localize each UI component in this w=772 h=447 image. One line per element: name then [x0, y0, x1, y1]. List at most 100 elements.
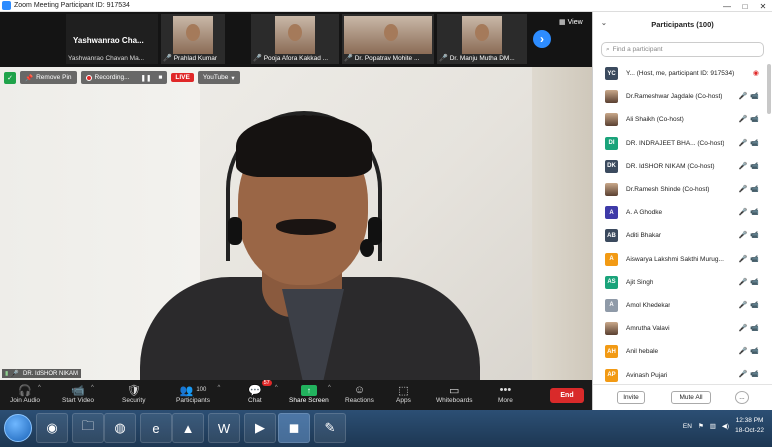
avatar: A: [605, 252, 618, 266]
security-button[interactable]: 🛡 Security: [122, 383, 145, 405]
participant-row[interactable]: AH Anil hebale 🎤 📹: [593, 340, 765, 363]
mic-muted-icon[interactable]: 🎤: [739, 115, 748, 123]
participant-row[interactable]: Dr.Rameshwar Jagdale (Co-host) 🎤 📹: [593, 85, 765, 108]
smiley-plus-icon: ☺: [353, 384, 366, 396]
flag-icon[interactable]: ⚑: [698, 422, 704, 430]
mic-muted-icon[interactable]: 🎤: [739, 185, 748, 193]
chat-button[interactable]: 💬 57 ^ Chat: [248, 380, 278, 404]
mute-all-button[interactable]: Mute All: [671, 391, 711, 404]
chrome-icon[interactable]: ◉: [36, 413, 68, 443]
more-options-button[interactable]: ...: [735, 391, 749, 404]
participant-row[interactable]: AS Ajit Singh 🎤 📹: [593, 271, 765, 294]
video-off-icon[interactable]: 📹: [750, 208, 759, 216]
participant-row[interactable]: Dr.Ramesh Shinde (Co-host) 🎤 📹: [593, 178, 765, 201]
participant-name: Ali Shaikh (Co-host): [626, 116, 684, 124]
participant-row[interactable]: YC Y... (Host, me, participant ID: 917534…: [593, 62, 765, 85]
participant-row[interactable]: Ali Shaikh (Co-host) 🎤 📹: [593, 108, 765, 131]
acrobat-icon[interactable]: ▲: [172, 413, 204, 443]
participants-button[interactable]: 👥 100 ^ Participants: [176, 383, 220, 405]
video-tile[interactable]: 🎤 Prahlad Kumar: [161, 14, 225, 64]
participant-status-icons: 🎤 📹: [739, 208, 759, 216]
zoom-taskbar-icon[interactable]: ◼: [278, 413, 310, 443]
video-off-icon[interactable]: 📹: [750, 231, 759, 239]
avatar: AB: [605, 229, 618, 243]
panel-title: Participants (100): [651, 19, 714, 29]
more-button[interactable]: ••• More: [498, 383, 513, 404]
participant-row[interactable]: A A. A Ghodke 🎤 📹: [593, 201, 765, 224]
language-indicator[interactable]: EN: [683, 423, 692, 430]
video-off-icon[interactable]: 📹: [750, 278, 759, 286]
video-off-icon[interactable]: 📹: [750, 139, 759, 147]
internet-explorer-icon[interactable]: e: [140, 413, 172, 443]
invite-button[interactable]: Invite: [617, 391, 645, 404]
participant-list-scrollbar[interactable]: [767, 64, 771, 114]
mic-muted-icon[interactable]: 🎤: [739, 278, 748, 286]
video-off-icon[interactable]: 📹: [750, 115, 759, 123]
video-off-icon[interactable]: 📹: [750, 324, 759, 332]
participant-row[interactable]: AB Aditi Bhakar 🎤 📹: [593, 224, 765, 247]
mic-muted-icon[interactable]: 🎤: [739, 347, 748, 355]
apps-button[interactable]: ⬚ Apps: [396, 383, 411, 405]
clock[interactable]: 12:38 PM 18-Oct-22: [735, 416, 764, 436]
participant-row[interactable]: A Amol Khedekar 🎤 📹: [593, 294, 765, 317]
mic-muted-icon[interactable]: 🎤: [739, 370, 748, 378]
volume-icon[interactable]: ◀): [722, 422, 729, 430]
word-icon[interactable]: W: [208, 413, 240, 443]
chat-badge: 57: [261, 380, 272, 386]
video-tile[interactable]: 🎤 Dr. Popatrav Mohite ...: [342, 14, 434, 64]
video-tile[interactable]: 🎤 Pooja Afora Kakkad ...: [251, 14, 339, 64]
pause-recording-button[interactable]: ❚❚: [141, 74, 152, 82]
video-off-icon[interactable]: 📹: [750, 255, 759, 263]
view-button[interactable]: ▦ View: [559, 18, 583, 27]
video-off-icon[interactable]: 📹: [750, 162, 759, 170]
file-explorer-icon[interactable]: 🗀: [72, 413, 104, 443]
video-tile[interactable]: 🎤 Dr. Manju Mutha DM...: [437, 14, 527, 64]
panel-footer: Invite Mute All ...: [593, 384, 772, 410]
stop-recording-button[interactable]: ■: [158, 74, 162, 81]
end-meeting-button[interactable]: End: [550, 388, 584, 403]
participant-row[interactable]: Amrutha Valavi 🎤 📹: [593, 317, 765, 340]
active-speaker-tile[interactable]: Yashwanrao Cha... Yashwanrao Chavan Ma..…: [66, 14, 158, 64]
encryption-shield-icon[interactable]: ✓: [4, 71, 16, 84]
youtube-dropdown[interactable]: YouTube ▾: [197, 71, 240, 84]
mic-muted-icon[interactable]: 🎤: [739, 301, 748, 309]
video-off-icon[interactable]: 📹: [750, 301, 759, 309]
active-speaker-name: Yashwanrao Cha...: [73, 36, 144, 45]
participant-row[interactable]: DK DR. IdSHOR NIKAM (Co-host) 🎤 📹: [593, 155, 765, 178]
video-off-icon[interactable]: 📹: [750, 370, 759, 378]
collapse-chevron-icon[interactable]: ⌄: [601, 19, 607, 27]
share-screen-button[interactable]: ↑ ^ Share Screen: [289, 383, 331, 404]
start-button[interactable]: [4, 414, 32, 442]
avatar: [605, 113, 618, 127]
mic-muted-icon[interactable]: 🎤: [739, 255, 748, 263]
media-player-icon[interactable]: ▶: [244, 413, 276, 443]
panel-header: ⌄ Participants (100): [593, 12, 772, 36]
remove-pin-button[interactable]: 📌 Remove Pin: [20, 71, 77, 84]
network-icon[interactable]: ▥: [710, 422, 716, 430]
mic-muted-icon[interactable]: 🎤: [739, 208, 748, 216]
video-off-icon[interactable]: 📹: [750, 347, 759, 355]
mic-on-icon[interactable]: 🎤: [739, 92, 748, 100]
mic-muted-icon[interactable]: 🎤: [739, 231, 748, 239]
participant-row[interactable]: DI DR. INDRAJEET BHA... (Co-host) 🎤 📹: [593, 132, 765, 155]
participant-row[interactable]: A Aiswarya Lakshmi Sakthi Murug... 🎤 📹: [593, 248, 765, 271]
firefox-icon[interactable]: ◍: [104, 413, 136, 443]
join-audio-button[interactable]: 🎧 ^ Join Audio: [10, 383, 41, 405]
participant-search-input[interactable]: ⌕ Find a participant: [601, 42, 764, 57]
maximize-button[interactable]: □: [736, 0, 754, 12]
video-off-icon[interactable]: 📹: [750, 92, 759, 100]
mic-muted-icon[interactable]: 🎤: [739, 139, 748, 147]
minimize-button[interactable]: —: [718, 0, 736, 12]
participant-name: Dr.Ramesh Shinde (Co-host): [626, 186, 710, 194]
live-badge[interactable]: LIVE: [171, 73, 194, 82]
start-video-button[interactable]: 📹 ^ Start Video: [62, 383, 94, 405]
reactions-button[interactable]: ☺ Reactions: [345, 383, 374, 404]
next-page-arrow-icon[interactable]: ›: [533, 30, 551, 48]
video-off-icon[interactable]: 📹: [750, 185, 759, 193]
mic-muted-icon[interactable]: 🎤: [739, 162, 748, 170]
close-button[interactable]: ✕: [754, 0, 772, 12]
paint-icon[interactable]: ✎: [314, 413, 346, 443]
whiteboards-button[interactable]: ▭ Whiteboards: [436, 383, 473, 405]
reactions-label: Reactions: [345, 397, 374, 404]
mic-muted-icon[interactable]: 🎤: [739, 324, 748, 332]
